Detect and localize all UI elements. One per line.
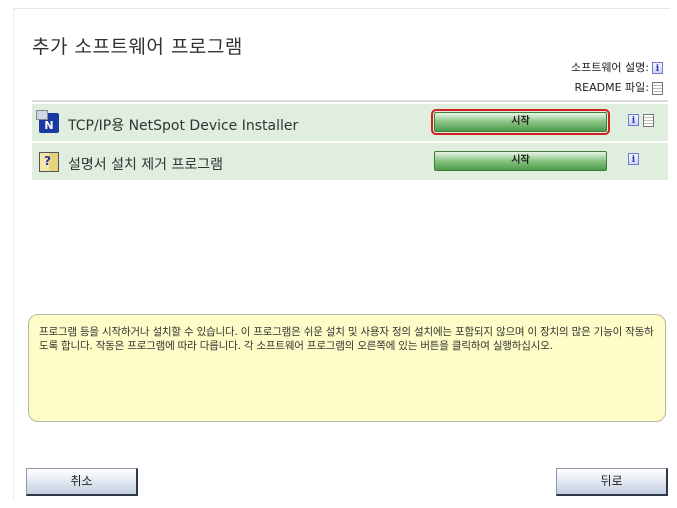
legend-description-label: 소프트웨어 설명:: [570, 61, 649, 74]
legend-description-row: 소프트웨어 설명: i: [571, 58, 663, 78]
program-row-netspot: TCP/IP용 NetSpot Device Installer 시작 i: [32, 104, 668, 141]
program-actions: i: [628, 114, 654, 127]
legend-readme-row: README 파일:: [571, 78, 663, 98]
icon-legend: 소프트웨어 설명: i README 파일:: [571, 58, 663, 98]
cancel-button[interactable]: 취소: [26, 468, 138, 496]
netspot-installer-icon: [36, 110, 59, 133]
readme-icon: [652, 81, 663, 95]
program-label: 설명서 설치 제거 프로그램: [68, 157, 224, 173]
program-label: TCP/IP용 NetSpot Device Installer: [68, 118, 299, 134]
start-netspot-button[interactable]: 시작: [431, 109, 610, 135]
manual-book-icon: [39, 152, 59, 172]
description-text: 프로그램 등을 시작하거나 설치할 수 있습니다. 이 프로그램은 쉬운 설치 …: [39, 326, 654, 352]
info-icon[interactable]: i: [628, 114, 639, 126]
readme-icon[interactable]: [643, 114, 654, 127]
program-row-manual-uninstall: 설명서 설치 제거 프로그램 시작 i: [32, 143, 668, 180]
back-button[interactable]: 뒤로: [556, 468, 668, 496]
start-manual-uninstall-button[interactable]: 시작: [434, 151, 607, 171]
program-actions: i: [628, 153, 639, 165]
legend-readme-label: README 파일:: [574, 81, 649, 94]
description-panel: 프로그램 등을 시작하거나 설치할 수 있습니다. 이 프로그램은 쉬운 설치 …: [28, 314, 666, 422]
info-icon: i: [652, 62, 663, 74]
top-divider: [14, 8, 670, 9]
program-list: TCP/IP용 NetSpot Device Installer 시작 i 설명…: [32, 100, 668, 180]
left-divider: [13, 8, 14, 500]
info-icon[interactable]: i: [628, 153, 639, 165]
page-title: 추가 소프트웨어 프로그램: [32, 36, 243, 58]
